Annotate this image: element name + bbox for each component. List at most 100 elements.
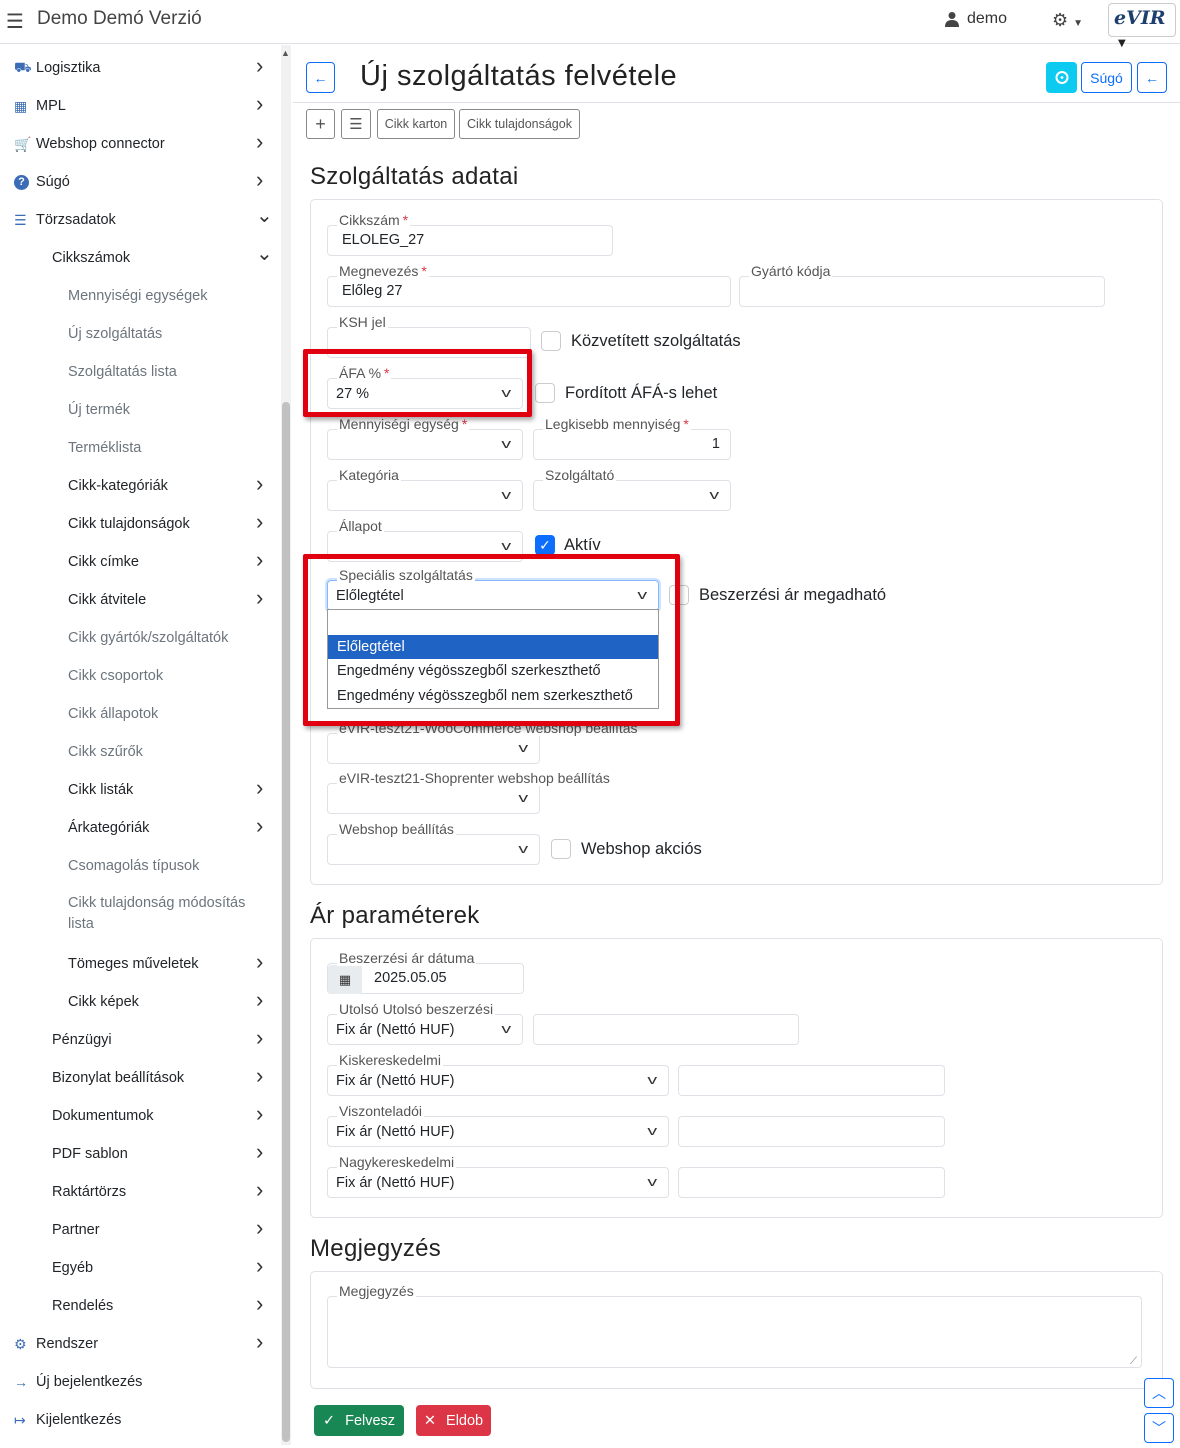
help-button[interactable]: Súgó bbox=[1081, 62, 1132, 93]
aktiv-label: Aktív bbox=[564, 536, 601, 554]
discard-button[interactable]: ✕ Eldob bbox=[416, 1405, 491, 1436]
sidebar-item-29[interactable]: Raktártörzs › bbox=[0, 1173, 280, 1211]
save-button[interactable]: ✓ Felvesz bbox=[314, 1405, 404, 1436]
cikkszam-input[interactable]: ELOLEG_27 bbox=[327, 225, 613, 256]
sidebar-item-0[interactable]: ⛟ Logisztika › bbox=[0, 49, 280, 87]
sidebar-scrollbar-thumb[interactable] bbox=[282, 402, 290, 1442]
note-textarea[interactable] bbox=[327, 1296, 1142, 1368]
nagykereskedelmi-label: Nagykereskedelmi bbox=[337, 1154, 457, 1170]
legkisebb-mennyiseg-input[interactable]: 1 bbox=[533, 429, 731, 460]
shoprenter-select[interactable]: v bbox=[327, 783, 540, 814]
sign-out-icon: ↦ bbox=[14, 1411, 26, 1428]
resize-handle-icon[interactable]: ⟋ bbox=[1130, 1356, 1137, 1367]
forditott-afa-checkbox[interactable] bbox=[535, 383, 555, 403]
sidebar-item-label: Cikk-kategóriák bbox=[68, 478, 168, 494]
sidebar-item-14[interactable]: Cikk átvitele › bbox=[0, 581, 280, 619]
sidebar-item-11[interactable]: Cikk-kategóriák › bbox=[0, 467, 280, 505]
mennyisegi-egyseg-select[interactable]: v bbox=[327, 429, 523, 460]
sidebar-item-12[interactable]: Cikk tulajdonságok › bbox=[0, 505, 280, 543]
chevron-down-icon: v bbox=[500, 1021, 511, 1036]
sidebar-item-4[interactable]: ☰ Törzsadatok ⌄ bbox=[0, 201, 280, 239]
sidebar-item-9[interactable]: Új termék bbox=[0, 391, 280, 429]
woocommerce-select[interactable]: v bbox=[327, 733, 540, 764]
sidebar-item-15[interactable]: Cikk gyártók/szolgáltatók bbox=[0, 619, 280, 657]
sidebar-item-2[interactable]: 🛒 Webshop connector › bbox=[0, 125, 280, 163]
sidebar-item-34[interactable]: → Új bejelentkezés bbox=[0, 1363, 280, 1401]
list-button[interactable]: ☰ bbox=[341, 109, 371, 139]
viszonteladoi-price-input[interactable] bbox=[678, 1116, 945, 1147]
back-button-right[interactable]: ← bbox=[1137, 62, 1167, 93]
top-bar: ☰ Demo Demó Verzió demo ⚙ ▼ eVIR ▼ bbox=[0, 0, 1180, 49]
sidebar-item-16[interactable]: Cikk csoportok bbox=[0, 657, 280, 695]
back-button[interactable]: ← bbox=[306, 62, 335, 93]
chevron-right-icon: › bbox=[256, 1329, 264, 1354]
nagykereskedelmi-price-input[interactable] bbox=[678, 1167, 945, 1198]
kiskereskedelmi-select[interactable]: Fix ár (Nettó HUF) v bbox=[327, 1065, 669, 1096]
sidebar-item-18[interactable]: Cikk szűrők bbox=[0, 733, 280, 771]
sidebar-item-30[interactable]: Partner › bbox=[0, 1211, 280, 1249]
viszonteladoi-select[interactable]: Fix ár (Nettó HUF) v bbox=[327, 1116, 669, 1147]
chevron-right-icon: › bbox=[256, 585, 264, 610]
hamburger-menu-icon[interactable]: ☰ bbox=[6, 9, 24, 34]
scroll-bottom-button[interactable]: ﹀ bbox=[1144, 1413, 1174, 1443]
user-menu[interactable]: demo bbox=[944, 10, 1007, 28]
sidebar-item-21[interactable]: Csomagolás típusok bbox=[0, 847, 280, 885]
sidebar-item-35[interactable]: ↦ Kijelentkezés bbox=[0, 1401, 280, 1439]
calendar-icon[interactable]: ▦ bbox=[328, 965, 362, 994]
gyarto-kod-input[interactable] bbox=[739, 276, 1105, 307]
sidebar-item-1[interactable]: ▦ MPL › bbox=[0, 87, 280, 125]
sidebar-item-28[interactable]: PDF sablon › bbox=[0, 1135, 280, 1173]
sidebar-item-17[interactable]: Cikk állapotok bbox=[0, 695, 280, 733]
sidebar-item-3[interactable]: ? Súgó › bbox=[0, 163, 280, 201]
webshop-select[interactable]: v bbox=[327, 834, 540, 865]
item-card-button[interactable]: Cikk karton bbox=[377, 109, 455, 139]
sidebar-item-label: Szolgáltatás lista bbox=[68, 364, 177, 380]
sidebar-item-22[interactable]: Cikk tulajdonság módosítás lista bbox=[0, 885, 280, 943]
sidebar-item-19[interactable]: Cikk listák › bbox=[0, 771, 280, 809]
webshop-akcios-checkbox[interactable] bbox=[551, 839, 571, 859]
sidebar-item-26[interactable]: Bizonylat beállítások › bbox=[0, 1059, 280, 1097]
sidebar-item-6[interactable]: Mennyiségi egységek bbox=[0, 277, 280, 315]
evir-logo[interactable]: eVIR ▼ bbox=[1108, 3, 1176, 49]
ksh-label: KSH jel bbox=[337, 314, 388, 330]
sidebar-item-label: Cikk listák bbox=[68, 782, 134, 798]
sidebar-item-24[interactable]: Cikk képek › bbox=[0, 983, 280, 1021]
aktiv-checkbox[interactable]: ✓ bbox=[535, 535, 555, 555]
utolso-beszerzesi-select[interactable]: Fix ár (Nettó HUF) v bbox=[327, 1014, 523, 1045]
megnevezes-input[interactable]: Előleg 27 bbox=[327, 276, 731, 307]
sidebar-item-23[interactable]: Tömeges műveletek › bbox=[0, 945, 280, 983]
item-properties-button[interactable]: Cikk tulajdonságok bbox=[459, 109, 580, 139]
note-label: Megjegyzés bbox=[337, 1283, 416, 1299]
kiskereskedelmi-price-input[interactable] bbox=[678, 1065, 945, 1096]
sidebar-item-label: Pénzügyi bbox=[52, 1032, 112, 1048]
scroll-up-arrow-icon[interactable]: ▲ bbox=[281, 48, 290, 58]
settings-gear-icon[interactable]: ⚙ ▼ bbox=[1052, 10, 1083, 31]
sidebar-item-33[interactable]: ⚙ Rendszer › bbox=[0, 1325, 280, 1363]
sidebar-item-25[interactable]: Pénzügyi › bbox=[0, 1021, 280, 1059]
user-icon bbox=[945, 12, 959, 27]
chevron-down-icon: v bbox=[517, 740, 528, 755]
sidebar-item-13[interactable]: Cikk címke › bbox=[0, 543, 280, 581]
utolso-beszerzesi-price-input[interactable] bbox=[533, 1014, 799, 1045]
chat-button[interactable] bbox=[1046, 62, 1077, 93]
chevron-down-icon: v bbox=[646, 1174, 657, 1189]
sidebar-item-32[interactable]: Rendelés › bbox=[0, 1287, 280, 1325]
chevron-right-icon: › bbox=[256, 547, 264, 572]
scroll-top-button[interactable]: ︿ bbox=[1144, 1378, 1174, 1408]
kozvetitett-checkbox[interactable] bbox=[541, 331, 561, 351]
sidebar-item-10[interactable]: Terméklista bbox=[0, 429, 280, 467]
sidebar-item-31[interactable]: Egyéb › bbox=[0, 1249, 280, 1287]
sidebar-item-20[interactable]: Árkategóriák › bbox=[0, 809, 280, 847]
plus-icon: + bbox=[315, 113, 326, 134]
sidebar-item-5[interactable]: Cikkszámok ⌄ bbox=[0, 239, 280, 277]
sidebar-item-7[interactable]: Új szolgáltatás bbox=[0, 315, 280, 353]
kategoria-select[interactable]: v bbox=[327, 480, 523, 511]
nagykereskedelmi-select[interactable]: Fix ár (Nettó HUF) v bbox=[327, 1167, 669, 1198]
megnevezes-label: Megnevezés * bbox=[337, 263, 429, 279]
szolgaltato-select[interactable]: v bbox=[533, 480, 731, 511]
sidebar-item-label: Új szolgáltatás bbox=[68, 326, 163, 342]
highlight-box-afa bbox=[303, 349, 532, 417]
sidebar-item-8[interactable]: Szolgáltatás lista bbox=[0, 353, 280, 391]
add-button[interactable]: + bbox=[306, 109, 335, 139]
sidebar-item-27[interactable]: Dokumentumok › bbox=[0, 1097, 280, 1135]
